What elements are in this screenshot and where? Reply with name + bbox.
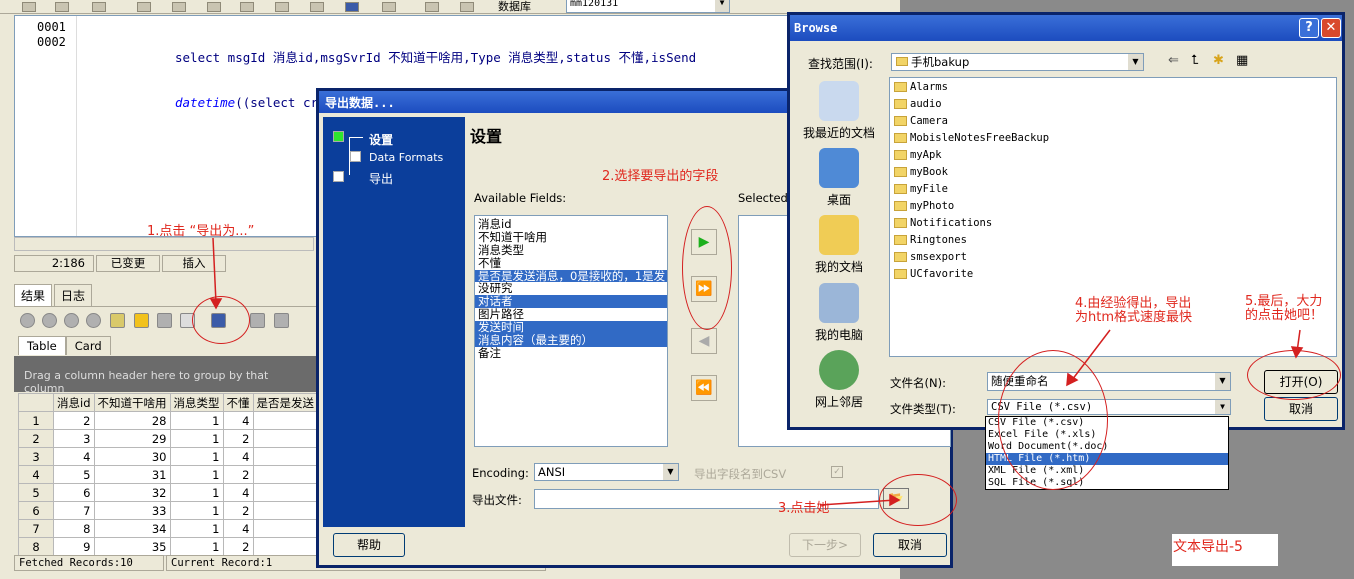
caption-label: 文本导出-5	[1172, 534, 1278, 566]
annotation-arrows	[209, 237, 1304, 507]
